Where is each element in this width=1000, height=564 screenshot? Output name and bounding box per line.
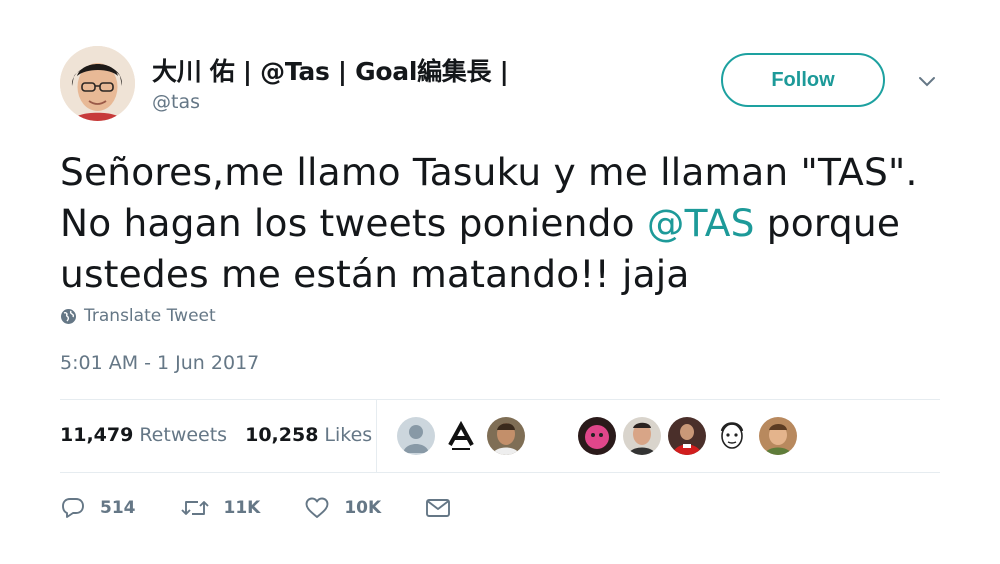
liker-avatar[interactable] — [442, 417, 480, 455]
direct-message-action[interactable] — [425, 497, 465, 519]
tweet-menu-button[interactable] — [915, 72, 939, 92]
liker-avatar[interactable] — [487, 417, 525, 455]
reply-action[interactable]: 514 — [60, 496, 136, 520]
like-count: 10K — [344, 498, 382, 518]
tweet-line-1: Señores,me llamo Tasuku y me llaman "TAS… — [60, 150, 918, 194]
retweets-count: 11,479 — [60, 424, 134, 446]
tweet-timestamp[interactable]: 5:01 AM - 1 Jun 2017 — [60, 352, 259, 374]
likes-label: Likes — [324, 424, 373, 446]
like-action[interactable]: 10K — [304, 496, 381, 520]
liker-avatar[interactable] — [713, 417, 751, 455]
author-avatar[interactable] — [60, 46, 135, 121]
liker-avatar[interactable] — [397, 417, 435, 455]
tweet-line-3: ustedes me están matando!! jaja — [60, 252, 690, 296]
avatar-image — [60, 46, 135, 121]
liker-avatar[interactable] — [623, 417, 661, 455]
stats-bottom-divider — [60, 472, 940, 473]
liker-avatar[interactable] — [668, 417, 706, 455]
tweet-text: Señores,me llamo Tasuku y me llaman "TAS… — [60, 147, 960, 300]
chevron-down-icon — [919, 77, 935, 87]
author-display-name[interactable]: 大川 佑 | @Tas | Goal編集長 | — [152, 52, 509, 88]
reply-count: 514 — [100, 498, 136, 518]
envelope-icon — [426, 499, 451, 517]
translate-label: Translate Tweet — [84, 306, 216, 326]
tweet-actions: 514 11K 10K — [60, 496, 509, 520]
tweet-line-2-start: No hagan los tweets poniendo — [60, 201, 647, 245]
stats-top-divider — [60, 399, 940, 400]
tweet-card: 大川 佑 | @Tas | Goal編集長 | @tas Follow Seño… — [0, 0, 1000, 564]
likes-stat[interactable]: 10,258 Likes — [245, 424, 372, 446]
likes-count: 10,258 — [245, 424, 319, 446]
reply-icon — [62, 498, 84, 518]
retweet-icon — [180, 501, 209, 515]
heart-icon — [305, 497, 329, 518]
retweet-action[interactable]: 11K — [180, 497, 261, 519]
retweets-stat[interactable]: 11,479 Retweets — [60, 424, 227, 446]
engagement-stats: 11,479 Retweets 10,258 Likes — [60, 424, 390, 446]
tweet-line-2: No hagan los tweets poniendo @TAS porque — [60, 198, 960, 249]
author-handle[interactable]: @tas — [152, 91, 200, 113]
mention-link[interactable]: @TAS — [647, 201, 755, 245]
follow-button[interactable]: Follow — [721, 53, 885, 107]
retweet-count: 11K — [223, 498, 261, 518]
liker-avatar[interactable] — [578, 417, 616, 455]
globe-icon — [61, 308, 76, 324]
tweet-line-2-end: porque — [754, 201, 901, 245]
retweets-label: Retweets — [139, 424, 228, 446]
liker-avatar[interactable] — [759, 417, 797, 455]
translate-tweet-link[interactable]: Translate Tweet — [60, 306, 216, 326]
